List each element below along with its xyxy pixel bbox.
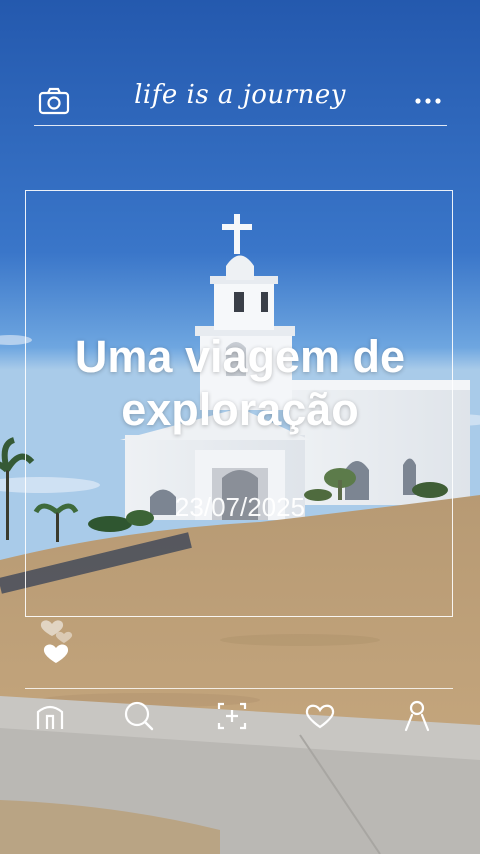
post-title-line-1: Uma viagem de [74,331,406,382]
post-title-line-2: exploração [121,384,359,435]
post-date: 23/07/2025 [174,492,306,522]
tab-home[interactable] [30,696,70,736]
header-divider [34,125,447,126]
tabbar-divider [25,688,453,689]
tab-add[interactable] [212,696,252,736]
profile-icon [404,700,430,732]
heart-icon [305,704,335,729]
more-horizontal-icon[interactable] [410,86,446,116]
home-icon [36,705,64,729]
top-bar: life is a journey [0,78,480,128]
screen: life is a journey Uma viagem de exploraç… [0,0,480,854]
add-icon [217,702,247,730]
search-icon [124,701,154,731]
tab-likes[interactable] [300,696,340,736]
brand-title: life is a journey [134,80,346,110]
bottom-nav [0,696,480,736]
tab-profile[interactable] [397,696,437,736]
like-button[interactable] [38,612,80,668]
heart-icon [43,644,69,663]
tab-search[interactable] [118,696,158,736]
post-title: Uma viagem de exploração [0,330,480,436]
floating-heart-icon [40,620,73,643]
